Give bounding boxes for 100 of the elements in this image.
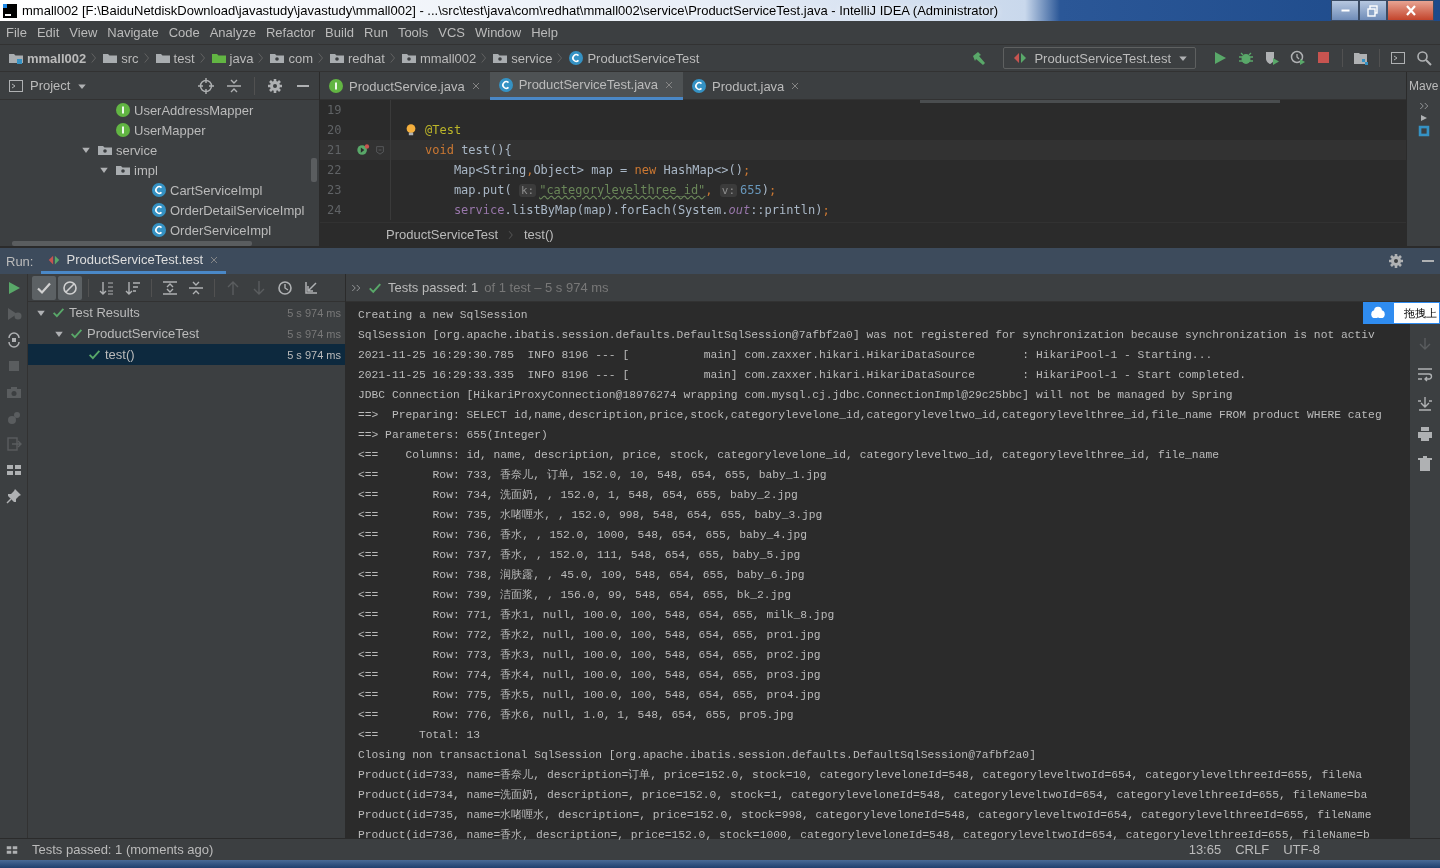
maven-icon[interactable]	[1416, 124, 1431, 138]
console-line: <== Row: 771, 香水1, null, 100.0, 100, 548, 654, 655, milk_8.jpg	[358, 608, 835, 623]
console-line: Product(id=733, name=香奈儿, description=订单, price=152.0, stock=10, categoryleveloneId=548, categoryleveltwoId=654, categorylevelthreeId=655, fileNa	[358, 768, 1363, 783]
menu-item[interactable]: Navigate	[102, 25, 164, 40]
test-summary: Tests passed: 1	[388, 280, 479, 295]
cursor-position[interactable]: 13:65	[1188, 842, 1222, 857]
tree-item[interactable]: UserMapper	[134, 122, 206, 138]
run-tab[interactable]: ProductServiceTest.test	[41, 248, 227, 274]
menu-item[interactable]: File	[1, 25, 32, 40]
console-line: SqlSession [org.apache.ibatis.session.defaults.DefaultSqlSession@7afbf2a0] was not registered for synchronization because synchronization is not activ	[358, 328, 1375, 343]
tree-item[interactable]: service	[116, 142, 158, 158]
horizontal-scrollbar[interactable]	[12, 241, 252, 246]
console-line: <== Row: 776, 香水6, null, 1.0, 1, 548, 654, 655, pro5.jpg	[358, 708, 794, 723]
lightbulb-icon[interactable]	[404, 123, 418, 137]
class-icon	[497, 76, 514, 93]
code-line: Map<String,Object> map = new HashMap<>();	[452, 163, 751, 177]
menu-item[interactable]: Run	[359, 25, 393, 40]
breadcrumb-item[interactable]: mmall002	[8, 50, 87, 66]
menu-item[interactable]: Help	[526, 25, 563, 40]
run-config-dropdown[interactable]: ProductServiceTest.test	[1003, 47, 1196, 69]
passed-check-icon	[368, 280, 382, 295]
maven-tool-tab[interactable]: Mave	[1407, 72, 1439, 100]
breadcrumb-item[interactable]: src	[102, 50, 139, 66]
run-label: Run:	[6, 253, 34, 269]
menu-item[interactable]: VCS	[433, 25, 470, 40]
test-duration: 5 s 974 ms	[287, 348, 341, 361]
breadcrumb-item[interactable]: test	[154, 50, 195, 66]
menu-item[interactable]: View	[64, 25, 103, 40]
upload-widget[interactable]: 拖拽上	[1393, 302, 1440, 324]
tree-item[interactable]: CartServiceImpl	[170, 182, 263, 198]
window-title: mmall002 [F:\BaiduNetdiskDownload\javastudy\javastudy\mmall002] - ...\src\test\java\com\redhat\mmall002\service\ProductServiceTest.java - IntelliJ IDEA (Administrator)	[21, 3, 1000, 18]
maximize-icon	[1365, 2, 1381, 19]
console-line: <== Row: 738, 润肤露, , 45.0, 109, 548, 654, 655, baby_6.jpg	[358, 568, 805, 583]
test-config-icon	[1012, 50, 1029, 66]
menu-item[interactable]: Code	[163, 25, 205, 40]
line-number: 22	[326, 163, 343, 177]
minimize-icon	[1340, 9, 1350, 12]
test-item[interactable]: Test Results	[69, 305, 140, 320]
tool-windows-icon[interactable]	[6, 843, 18, 856]
project-view-dropdown[interactable]: Project	[8, 77, 190, 94]
line-separator[interactable]: CRLF	[1235, 842, 1270, 857]
breadcrumb-item[interactable]: com	[269, 50, 313, 66]
test-item[interactable]: test()	[105, 347, 135, 362]
console-line: <== Row: 735, 水啫喱水, , 152.0, 998, 548, 654, 655, baby_3.jpg	[358, 508, 823, 523]
editor-tab[interactable]: ProductService.java	[320, 72, 490, 100]
console-line: Product(id=736, name=香水, description=, price=152.0, stock=1000, categoryleveloneId=548, categoryleveltwoId=654, categorylevelthreeId=655, fileName=b	[358, 828, 1370, 843]
menu-item[interactable]: Build	[320, 25, 359, 40]
tree-item[interactable]: UserAddressMapper	[134, 102, 254, 118]
tree-item[interactable]: impl	[134, 162, 158, 178]
line-number: 23	[326, 183, 343, 197]
run-test-icon[interactable]	[356, 143, 370, 157]
console-line: 2021-11-25 16:29:30.785 INFO 8196 --- [ main] com.zaxxer.hikari.HikariDataSource : HikariPool-1 - Starting...	[358, 348, 1213, 363]
show-ignored-icon[interactable]	[58, 275, 82, 300]
breadcrumb-item[interactable]: test()	[524, 227, 554, 242]
status-message: Tests passed: 1 (moments ago)	[32, 842, 214, 857]
close-button[interactable]	[1387, 0, 1434, 21]
maximize-button[interactable]	[1359, 0, 1387, 21]
menu-item[interactable]: Window	[469, 25, 527, 40]
console-line: <== Row: 775, 香水5, null, 100.0, 100, 548, 654, 655, pro4.jpg	[358, 688, 821, 703]
class-icon	[151, 222, 167, 238]
console-line: <== Row: 774, 香水4, null, 100.0, 100, 548, 654, 655, pro3.jpg	[358, 668, 821, 683]
menu-item[interactable]: Tools	[392, 25, 434, 40]
menu-item[interactable]: Analyze	[204, 25, 261, 40]
console-line: JDBC Connection [HikariProxyConnection@18976274 wrapping com.mysql.cj.jdbc.ConnectionImpl@29c25bbc] will not be managed by Spring	[358, 388, 1233, 403]
line-number: 20	[326, 123, 343, 137]
console-line: Product(id=734, name=洗面奶, description=, price=152.0, stock=1, categoryleveloneId=548, categoryleveltwoId=654, categorylevelthreeId=655, fileName=ba	[358, 788, 1368, 803]
console-line: <== Row: 734, 洗面奶, , 152.0, 1, 548, 654, 655, baby_2.jpg	[358, 488, 798, 503]
file-encoding[interactable]: UTF-8	[1283, 842, 1320, 857]
vertical-scrollbar[interactable]	[311, 158, 317, 182]
breadcrumb-item[interactable]: java	[210, 50, 254, 66]
app-logo-icon	[2, 2, 18, 19]
breadcrumb-item[interactable]: service	[492, 50, 553, 66]
editor-tab[interactable]: ProductServiceTest.java	[489, 72, 684, 100]
console-line: <== Row: 737, 香水, , 152.0, 111, 548, 654, 655, baby_5.jpg	[358, 548, 801, 563]
class-icon	[568, 50, 585, 66]
line-number: 24	[326, 203, 343, 217]
editor-tab[interactable]: Product.java	[683, 72, 810, 100]
tree-item[interactable]: OrderDetailServiceImpl	[170, 202, 305, 218]
test-item[interactable]: ProductServiceTest	[87, 326, 199, 341]
breadcrumb-item[interactable]: ProductServiceTest	[568, 50, 700, 66]
show-passed-icon[interactable]	[32, 275, 56, 300]
menu-item[interactable]: Edit	[31, 25, 65, 40]
breadcrumb-item[interactable]: ProductServiceTest	[386, 227, 498, 242]
upload-widget-icon[interactable]	[1363, 302, 1393, 324]
breadcrumb-item[interactable]: redhat	[329, 50, 385, 66]
code-line: @Test	[425, 123, 462, 137]
class-icon	[151, 182, 167, 198]
expand-icon[interactable]	[1417, 100, 1430, 112]
console-line: 2021-11-25 16:29:33.335 INFO 8196 --- [ main] com.zaxxer.hikari.HikariDataSource : HikariPool-1 - Start completed.	[358, 368, 1247, 383]
console-line: Creating a new SqlSession	[358, 308, 528, 323]
console-line: <== Total: 13	[358, 728, 481, 743]
class-icon	[691, 78, 708, 94]
console-line: ==> Parameters: 655(Integer)	[358, 428, 548, 443]
minimize-button[interactable]	[1331, 0, 1359, 21]
breadcrumb-item[interactable]: mmall002	[400, 50, 477, 66]
panel-icon	[8, 77, 24, 94]
menu-item[interactable]: Refactor	[260, 25, 321, 40]
tree-item[interactable]: OrderServiceImpl	[170, 222, 272, 238]
console-line: <== Row: 773, 香水3, null, 100.0, 100, 548, 654, 655, pro2.jpg	[358, 648, 821, 663]
class-icon	[151, 202, 167, 218]
